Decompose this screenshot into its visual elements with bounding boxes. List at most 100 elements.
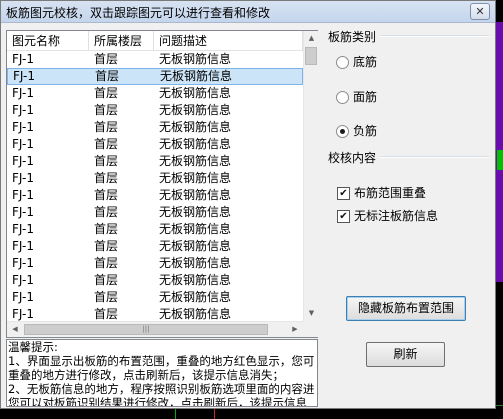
table-row[interactable]: FJ-1 首层 无板钢筋信息 xyxy=(7,272,303,289)
title-bar[interactable]: 板筋图元校核，双击跟踪图元可以进行查看和修改 ✕ xyxy=(1,1,495,23)
cell-floor: 首层 xyxy=(94,120,119,134)
cell-floor: 首层 xyxy=(94,205,119,219)
cell-element-name: FJ-1 xyxy=(12,188,34,202)
table-row[interactable]: FJ-1 首层 无板钢筋信息 xyxy=(7,204,303,221)
cell-element-name: FJ-1 xyxy=(12,256,34,270)
cell-element-name: FJ-1 xyxy=(12,290,34,304)
table-row[interactable]: FJ-1 首层 无板钢筋信息 xyxy=(7,51,303,68)
table-row[interactable]: FJ-1 首层 无板钢筋信息 xyxy=(7,170,303,187)
cell-element-name: FJ-1 xyxy=(12,307,34,321)
checkbox-icon[interactable]: ✔ xyxy=(337,187,350,200)
cell-floor: 首层 xyxy=(95,69,120,83)
table-row[interactable]: FJ-1 首层 无板钢筋信息 xyxy=(7,187,303,204)
table-row[interactable]: FJ-1 首层 无板钢筋信息 xyxy=(7,68,303,85)
horizontal-scrollbar[interactable]: ◀ ||| ▶ xyxy=(7,321,303,337)
cell-element-name: FJ-1 xyxy=(13,69,35,83)
scroll-right-arrow-icon[interactable]: ▶ xyxy=(287,322,303,337)
group-divider xyxy=(381,35,489,37)
checkbox-label: 无标注板筋信息 xyxy=(354,209,439,223)
checkbox-label: 布筋范围重叠 xyxy=(354,186,427,200)
cell-floor: 首层 xyxy=(94,154,119,168)
tips-line: 您可以对板筋识别结果进行修改，点击刷新后，该提示信息 xyxy=(8,396,307,407)
cell-floor: 首层 xyxy=(94,222,119,236)
cell-element-name: FJ-1 xyxy=(12,239,34,253)
close-button[interactable]: ✕ xyxy=(470,3,490,20)
tips-title: 温馨提示: xyxy=(8,340,58,354)
vertical-scrollbar[interactable]: ▲ ▼ xyxy=(303,31,318,321)
scroll-up-arrow-icon[interactable]: ▲ xyxy=(304,31,319,46)
cell-issue: 无板钢筋信息 xyxy=(160,69,233,83)
cell-element-name: FJ-1 xyxy=(12,273,34,287)
cell-floor: 首层 xyxy=(94,290,119,304)
cell-element-name: FJ-1 xyxy=(12,103,34,117)
check-content-group-label: 校核内容 xyxy=(328,151,377,165)
cell-floor: 首层 xyxy=(94,86,119,100)
close-icon: ✕ xyxy=(475,5,485,18)
cell-floor: 首层 xyxy=(94,307,119,321)
cell-element-name: FJ-1 xyxy=(12,86,34,100)
radio-button-icon[interactable] xyxy=(336,91,349,104)
cell-issue: 无板钢筋信息 xyxy=(159,205,232,219)
table-row[interactable]: FJ-1 首层 无板钢筋信息 xyxy=(7,85,303,102)
radio-button-icon[interactable] xyxy=(336,125,349,138)
cell-issue: 无板钢筋信息 xyxy=(159,222,232,236)
column-header-issue[interactable]: 问题描述 xyxy=(154,31,303,51)
list-header: 图元名称 所属楼层 问题描述 xyxy=(7,31,303,51)
cell-issue: 无板钢筋信息 xyxy=(159,52,232,66)
element-list[interactable]: 图元名称 所属楼层 问题描述 FJ-1 首层 无板钢筋信息 FJ-1 首层 无板钢筋信息 F… xyxy=(6,30,318,338)
table-row[interactable]: FJ-1 首层 无板钢筋信息 xyxy=(7,255,303,272)
tips-line: 2、无板筋信息的地方，程序按照识别板筋选项里面的内容进 xyxy=(8,382,315,396)
hide-rebar-range-button[interactable]: 隐藏板筋布置范围 xyxy=(346,296,466,321)
cell-issue: 无板钢筋信息 xyxy=(159,120,232,134)
table-row[interactable]: FJ-1 首层 无板钢筋信息 xyxy=(7,306,303,321)
tips-line: 重叠的地方进行修改，点击刷新后，该提示信息消失； xyxy=(8,368,284,382)
cell-floor: 首层 xyxy=(94,188,119,202)
radio-button-icon[interactable] xyxy=(336,56,349,69)
cell-issue: 无板钢筋信息 xyxy=(159,273,232,287)
radio-label: 面筋 xyxy=(353,90,378,104)
cell-element-name: FJ-1 xyxy=(12,52,34,66)
radio-label: 负筋 xyxy=(353,124,378,138)
cell-issue: 无板钢筋信息 xyxy=(159,307,232,321)
table-row[interactable]: FJ-1 首层 无板钢筋信息 xyxy=(7,221,303,238)
window-title: 板筋图元校核，双击跟踪图元可以进行查看和修改 xyxy=(6,6,271,20)
refresh-button[interactable]: 刷新 xyxy=(366,342,445,367)
cell-floor: 首层 xyxy=(94,171,119,185)
background-green-mark xyxy=(497,150,503,170)
cell-element-name: FJ-1 xyxy=(12,120,34,134)
table-row[interactable]: FJ-1 首层 无板钢筋信息 xyxy=(7,119,303,136)
cell-element-name: FJ-1 xyxy=(12,222,34,236)
cell-element-name: FJ-1 xyxy=(12,137,34,151)
scroll-left-arrow-icon[interactable]: ◀ xyxy=(7,322,23,337)
table-row[interactable]: FJ-1 首层 无板钢筋信息 xyxy=(7,102,303,119)
cell-issue: 无板钢筋信息 xyxy=(159,256,232,270)
tips-box: 温馨提示: 1、界面显示出板筋的布置范围，重叠的地方红色显示，您可 重叠的地方进… xyxy=(6,339,318,407)
cell-floor: 首层 xyxy=(94,52,119,66)
radio-label: 底筋 xyxy=(353,55,378,69)
vertical-scroll-thumb[interactable] xyxy=(305,47,317,65)
cell-floor: 首层 xyxy=(94,137,119,151)
cell-issue: 无板钢筋信息 xyxy=(159,290,232,304)
table-row[interactable]: FJ-1 首层 无板钢筋信息 xyxy=(7,289,303,306)
column-header-floor[interactable]: 所属楼层 xyxy=(89,31,154,51)
scrollbar-corner xyxy=(303,321,318,337)
cell-element-name: FJ-1 xyxy=(12,154,34,168)
column-header-name[interactable]: 图元名称 xyxy=(7,31,89,51)
rebar-type-group-label: 板筋类别 xyxy=(328,30,377,44)
horizontal-scroll-thumb[interactable]: ||| xyxy=(24,324,268,335)
table-row[interactable]: FJ-1 首层 无板钢筋信息 xyxy=(7,153,303,170)
table-row[interactable]: FJ-1 首层 无板钢筋信息 xyxy=(7,238,303,255)
cell-issue: 无板钢筋信息 xyxy=(159,171,232,185)
cell-issue: 无板钢筋信息 xyxy=(159,86,232,100)
cell-floor: 首层 xyxy=(94,273,119,287)
cell-issue: 无板钢筋信息 xyxy=(159,137,232,151)
cell-element-name: FJ-1 xyxy=(12,205,34,219)
checkbox-icon[interactable]: ✔ xyxy=(337,210,350,223)
tips-line: 1、界面显示出板筋的布置范围，重叠的地方红色显示，您可 xyxy=(8,354,315,368)
cell-floor: 首层 xyxy=(94,103,119,117)
scroll-down-arrow-icon[interactable]: ▼ xyxy=(304,306,319,321)
group-divider xyxy=(381,156,489,158)
cell-issue: 无板钢筋信息 xyxy=(159,239,232,253)
cell-issue: 无板钢筋信息 xyxy=(159,188,232,202)
table-row[interactable]: FJ-1 首层 无板钢筋信息 xyxy=(7,136,303,153)
